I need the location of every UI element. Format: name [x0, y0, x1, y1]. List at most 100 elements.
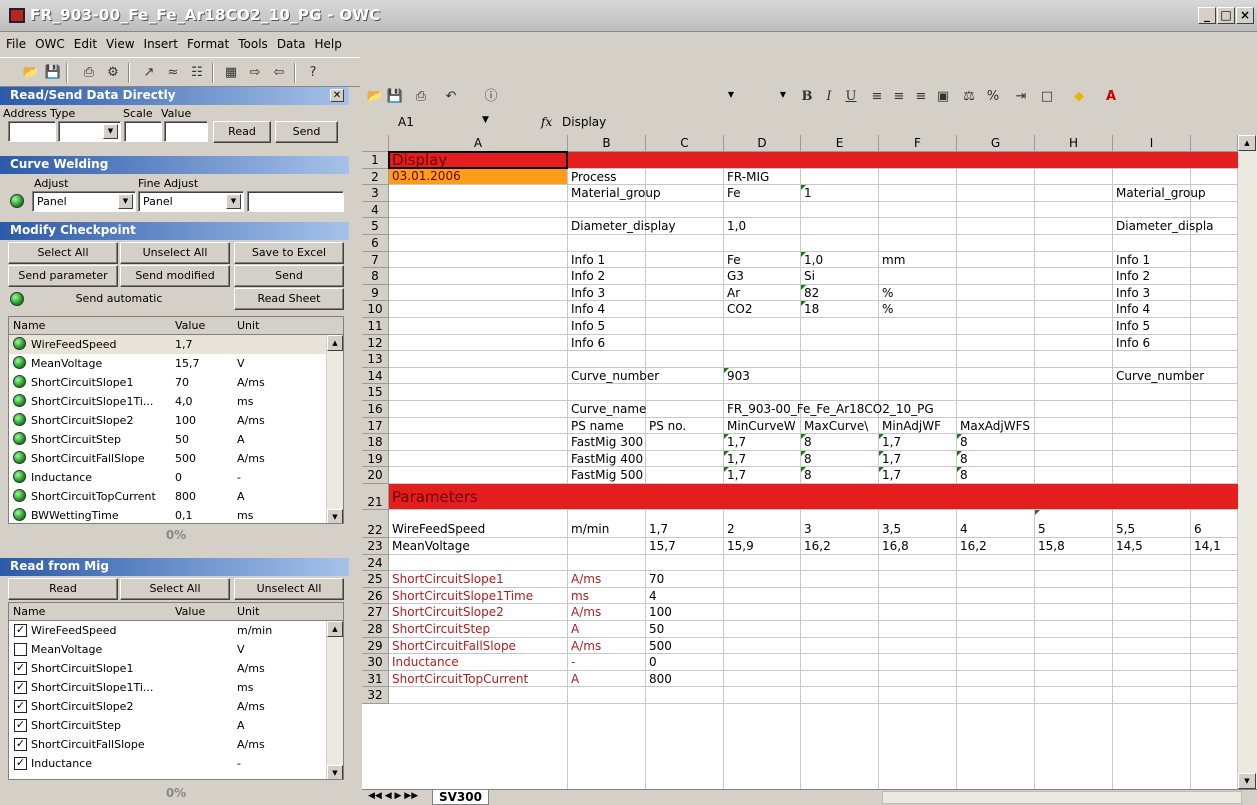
cell-D14[interactable]: 903 — [727, 369, 750, 383]
cell-B17[interactable]: PS name — [571, 419, 624, 433]
scale-input[interactable] — [124, 121, 162, 142]
cell-A25[interactable]: ShortCircuitSlope1 — [392, 572, 504, 586]
horizontal-scrollbar[interactable] — [882, 791, 1242, 804]
cell-B20[interactable]: FastMig 500 — [571, 468, 643, 482]
column-header[interactable]: A — [389, 135, 568, 152]
col-value[interactable]: Value — [175, 605, 205, 618]
cell-G23[interactable]: 16,2 — [960, 539, 987, 553]
cell-F17[interactable]: MinAdjWF — [882, 419, 941, 433]
percent-button[interactable]: % — [984, 88, 1002, 106]
row-header[interactable]: 29 — [362, 637, 389, 655]
menu-file[interactable]: File — [0, 34, 29, 51]
send-modified-button[interactable]: Send modified — [120, 265, 230, 287]
send-button[interactable]: Send — [234, 265, 344, 287]
font-color-icon[interactable]: A — [1102, 88, 1120, 106]
checkbox-checked-icon[interactable]: ✓ — [14, 757, 27, 770]
checkbox-checked-icon[interactable]: ✓ — [14, 681, 27, 694]
cell-D19[interactable]: 1,7 — [727, 452, 746, 466]
row-header[interactable]: 14 — [362, 367, 389, 385]
cell-D18[interactable]: 1,7 — [727, 435, 746, 449]
checkbox-checked-icon[interactable]: ✓ — [14, 624, 27, 637]
italic-button[interactable]: I — [820, 88, 838, 106]
cell-I3[interactable]: Material_group — [1116, 186, 1206, 200]
checkbox-unchecked-icon[interactable] — [14, 643, 27, 656]
cell-C22[interactable]: 1,7 — [649, 522, 668, 536]
row-header[interactable]: 13 — [362, 351, 389, 368]
underline-button[interactable]: U — [842, 88, 860, 106]
cell-D7[interactable]: Fe — [727, 253, 741, 267]
scroll-down-icon[interactable]: ▼ — [1238, 773, 1256, 789]
row-header[interactable]: 18 — [362, 434, 389, 451]
chart-curve-icon[interactable]: ↗ — [140, 64, 158, 82]
cell-B25[interactable]: A/ms — [571, 572, 601, 586]
row-header[interactable]: 21 — [362, 484, 389, 510]
chevron-down-icon[interactable]: ▼ — [728, 90, 734, 99]
column-header[interactable] — [1191, 135, 1238, 152]
scroll-up-icon[interactable]: ▲ — [327, 621, 343, 637]
cell-I10[interactable]: Info 4 — [1116, 302, 1150, 316]
cell-E17[interactable]: MaxCurve\ — [804, 419, 868, 433]
cell-A26[interactable]: ShortCircuitSlope1Time — [392, 589, 533, 603]
cell-A27[interactable]: ShortCircuitSlope2 — [392, 605, 504, 619]
value-input[interactable] — [164, 121, 208, 142]
cell-H23[interactable]: 15,8 — [1038, 539, 1065, 553]
cell-E22[interactable]: 3 — [804, 522, 812, 536]
export-icon[interactable]: ⇨ — [246, 64, 264, 82]
import-icon[interactable]: ⇦ — [270, 64, 288, 82]
indent-icon[interactable]: ⇥ — [1012, 88, 1030, 106]
list-item[interactable]: MeanVoltage 15,7 V — [9, 354, 343, 373]
sheet-tab-sv300[interactable]: SV300 — [432, 790, 489, 805]
checkbox-checked-icon[interactable]: ✓ — [14, 719, 27, 732]
cell-J23[interactable]: 14,1 — [1194, 539, 1221, 553]
align-left-icon[interactable]: ≡ — [868, 88, 886, 106]
cell-F20[interactable]: 1,7 — [882, 468, 901, 482]
menu-insert[interactable]: Insert — [138, 34, 181, 51]
cell-B18[interactable]: FastMig 300 — [571, 435, 643, 449]
section-title[interactable]: Parameters — [392, 488, 478, 506]
fine-adjust-value-input[interactable] — [247, 191, 344, 212]
cell-B16[interactable]: Curve_name — [571, 402, 646, 416]
print-icon[interactable]: ⎙ — [412, 88, 430, 106]
cell-I12[interactable]: Info 6 — [1116, 336, 1150, 350]
align-center-icon[interactable]: ≡ — [890, 88, 908, 106]
col-name[interactable]: Name — [13, 605, 45, 618]
cell-F23[interactable]: 16,8 — [882, 539, 909, 553]
item-value[interactable]: 4,0 — [175, 395, 193, 408]
item-value[interactable]: 0 — [175, 471, 182, 484]
menu-owc[interactable]: OWC — [29, 34, 68, 51]
maximize-button[interactable]: □ — [1217, 7, 1235, 24]
read-sheet-button[interactable]: Read Sheet — [234, 288, 344, 310]
open-icon[interactable]: 📂 — [22, 64, 40, 82]
row-header[interactable]: 2 — [362, 168, 389, 186]
checkbox-checked-icon[interactable]: ✓ — [14, 700, 27, 713]
row-header[interactable]: 19 — [362, 450, 389, 468]
cell-D17[interactable]: MinCurveW — [727, 419, 796, 433]
chevron-down-icon[interactable]: ▼ — [226, 194, 241, 209]
row-header[interactable]: 5 — [362, 218, 389, 235]
cell-D9[interactable]: Ar — [727, 286, 740, 300]
cell-D3[interactable]: Fe — [727, 186, 741, 200]
save-to-excel-button[interactable]: Save to Excel — [234, 242, 344, 264]
cell-B11[interactable]: Info 5 — [571, 319, 605, 333]
cell-C26[interactable]: 4 — [649, 589, 657, 603]
checkbox-checked-icon[interactable]: ✓ — [14, 738, 27, 751]
cell-F9[interactable]: % — [882, 286, 893, 300]
column-header[interactable]: B — [568, 135, 646, 152]
cell-D5[interactable]: 1,0 — [727, 219, 746, 233]
menu-tools[interactable]: Tools — [232, 34, 271, 51]
cell-F19[interactable]: 1,7 — [882, 452, 901, 466]
chart-grid-icon[interactable]: ☷ — [188, 64, 206, 82]
cell-C25[interactable]: 70 — [649, 572, 664, 586]
currency-icon[interactable]: ⚖ — [960, 88, 978, 106]
cell-I8[interactable]: Info 2 — [1116, 269, 1150, 283]
formula-content[interactable]: Display — [562, 115, 606, 129]
row-header[interactable]: 24 — [362, 554, 389, 572]
list-item[interactable]: ✓ ShortCircuitFallSlope A/ms — [9, 735, 343, 754]
cell-D2[interactable]: FR-MIG — [727, 170, 769, 184]
list-item[interactable]: ✓ ShortCircuitStep A — [9, 716, 343, 735]
list-item[interactable]: Inductance 0 - — [9, 468, 343, 487]
checkbox-checked-icon[interactable]: ✓ — [14, 662, 27, 675]
list-item[interactable]: ShortCircuitSlope1 70 A/ms — [9, 373, 343, 392]
row-header[interactable]: 1 — [362, 152, 389, 169]
cell-B31[interactable]: A — [571, 672, 579, 686]
